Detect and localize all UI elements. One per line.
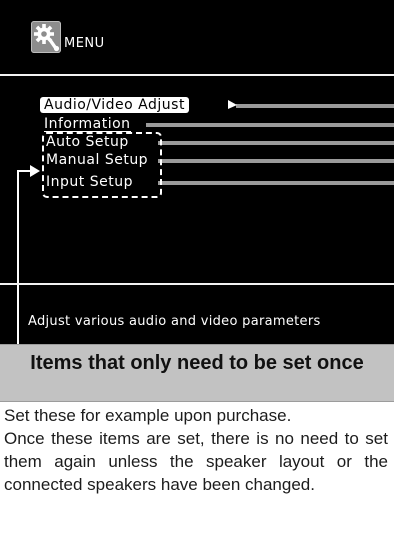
manual-page: MENU Audio/Video Adjust Information Auto… [0, 0, 394, 543]
callout-line-horizontal [17, 170, 31, 172]
menu-item-information[interactable]: Information [44, 116, 131, 132]
callout-title: Items that only need to be set once [30, 352, 364, 374]
leader-line-input-setup [158, 181, 394, 185]
callout-arrow-icon [30, 165, 40, 177]
pointer-arrow-icon [228, 100, 237, 109]
menu-header: MENU [0, 0, 394, 74]
header-divider [0, 74, 394, 76]
menu-item-information-label: Information [44, 116, 131, 132]
menu-title: MENU [64, 36, 105, 51]
highlight-dashed-box [42, 132, 162, 198]
callout-body: Set these for example upon purchase. Onc… [4, 404, 388, 496]
menu-item-audio-video-adjust[interactable]: Audio/Video Adjust [40, 97, 189, 113]
callout-line-vertical [17, 170, 19, 344]
callout-paragraph-1: Set these for example upon purchase. [4, 406, 292, 425]
leader-line-manual-setup [158, 159, 394, 163]
gear-wrench-icon [31, 21, 61, 53]
callout-banner: Items that only need to be set once [0, 344, 394, 402]
leader-line-auto-setup [158, 141, 394, 145]
callout-paragraph-2: Once these items are set, there is no ne… [4, 429, 388, 494]
description-divider [0, 283, 394, 285]
menu-description: Adjust various audio and video parameter… [28, 314, 321, 329]
osd-menu-screen: MENU Audio/Video Adjust Information Auto… [0, 0, 394, 344]
leader-line-information [146, 123, 394, 127]
leader-line-audio-video-adjust [236, 104, 394, 108]
